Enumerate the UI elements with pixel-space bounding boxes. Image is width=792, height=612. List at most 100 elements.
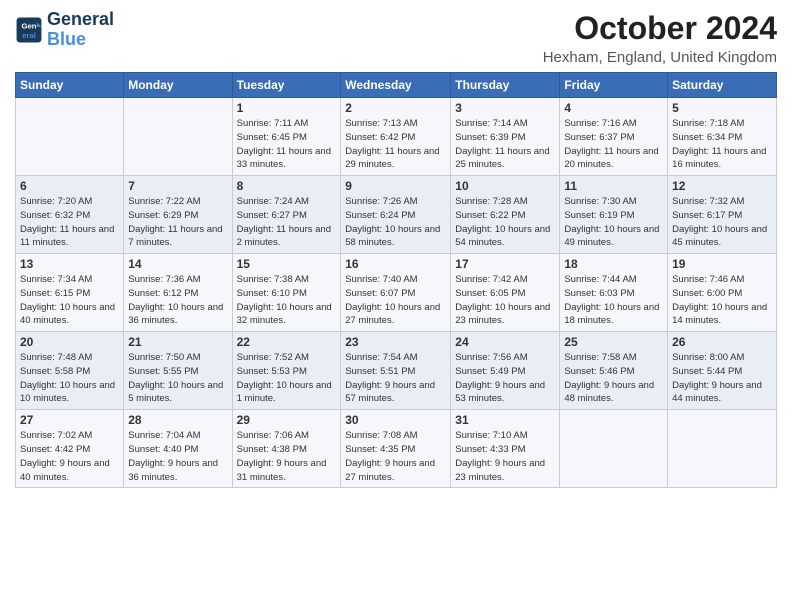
week-row: 6Sunrise: 7:20 AM Sunset: 6:32 PM Daylig… <box>16 176 777 254</box>
day-info: Sunrise: 7:56 AM Sunset: 5:49 PM Dayligh… <box>455 351 555 406</box>
day-number: 4 <box>564 101 663 115</box>
day-number: 29 <box>237 413 337 427</box>
svg-text:eral: eral <box>22 31 36 40</box>
calendar-cell: 4 Sunrise: 7:16 AM Sunset: 6:37 PM Daylig… <box>560 98 668 176</box>
calendar-cell: 31 Sunrise: 7:10 AM Sunset: 4:33 PM Dayli… <box>451 410 560 488</box>
day-info: Sunrise: 7:28 AM Sunset: 6:22 PM Dayligh… <box>455 195 555 250</box>
day-info: Sunrise: 7:42 AM Sunset: 6:05 PM Dayligh… <box>455 273 555 328</box>
calendar-cell: 27Sunrise: 7:02 AM Sunset: 4:42 PM Dayli… <box>16 410 124 488</box>
day-info: Sunrise: 7:44 AM Sunset: 6:03 PM Dayligh… <box>564 273 663 328</box>
header-day: Saturday <box>668 73 777 98</box>
logo: Gen eral General Blue <box>15 10 114 50</box>
day-info: Sunrise: 7:32 AM Sunset: 6:17 PM Dayligh… <box>672 195 772 250</box>
day-info: Sunrise: 7:20 AM Sunset: 6:32 PM Dayligh… <box>20 195 119 250</box>
calendar-cell: 24 Sunrise: 7:56 AM Sunset: 5:49 PM Dayli… <box>451 332 560 410</box>
day-info: Sunrise: 7:46 AM Sunset: 6:00 PM Dayligh… <box>672 273 772 328</box>
calendar-cell: 11 Sunrise: 7:30 AM Sunset: 6:19 PM Dayli… <box>560 176 668 254</box>
calendar-cell: 2 Sunrise: 7:13 AM Sunset: 6:42 PM Daylig… <box>341 98 451 176</box>
logo-icon: Gen eral <box>15 16 43 44</box>
day-number: 8 <box>237 179 337 193</box>
day-info: Sunrise: 7:36 AM Sunset: 6:12 PM Dayligh… <box>128 273 227 328</box>
calendar-cell: 8Sunrise: 7:24 AM Sunset: 6:27 PM Daylig… <box>232 176 341 254</box>
day-number: 17 <box>455 257 555 271</box>
calendar-cell: 17 Sunrise: 7:42 AM Sunset: 6:05 PM Dayli… <box>451 254 560 332</box>
day-number: 7 <box>128 179 227 193</box>
day-number: 25 <box>564 335 663 349</box>
day-number: 18 <box>564 257 663 271</box>
day-info: Sunrise: 7:14 AM Sunset: 6:39 PM Dayligh… <box>455 117 555 172</box>
day-info: Sunrise: 7:13 AM Sunset: 6:42 PM Dayligh… <box>345 117 446 172</box>
calendar-cell: 13 Sunrise: 7:34 AM Sunset: 6:15 PM Dayli… <box>16 254 124 332</box>
calendar-cell: 7 Sunrise: 7:22 AM Sunset: 6:29 PM Daylig… <box>124 176 232 254</box>
day-number: 15 <box>237 257 337 271</box>
day-info: Sunrise: 7:10 AM Sunset: 4:33 PM Dayligh… <box>455 429 555 484</box>
week-row: 13 Sunrise: 7:34 AM Sunset: 6:15 PM Dayli… <box>16 254 777 332</box>
day-number: 30 <box>345 413 446 427</box>
calendar-cell: 18 Sunrise: 7:44 AM Sunset: 6:03 PM Dayli… <box>560 254 668 332</box>
day-info: Sunrise: 7:48 AM Sunset: 5:58 PM Dayligh… <box>20 351 119 406</box>
day-number: 2 <box>345 101 446 115</box>
calendar-cell: 30 Sunrise: 7:08 AM Sunset: 4:35 PM Dayli… <box>341 410 451 488</box>
calendar-cell: 10 Sunrise: 7:28 AM Sunset: 6:22 PM Dayli… <box>451 176 560 254</box>
day-number: 31 <box>455 413 555 427</box>
calendar-cell <box>16 98 124 176</box>
title-block: October 2024 Hexham, England, United Kin… <box>543 10 777 66</box>
day-info: Sunrise: 7:08 AM Sunset: 4:35 PM Dayligh… <box>345 429 446 484</box>
month-title: October 2024 <box>543 10 777 47</box>
calendar-cell: 29 Sunrise: 7:06 AM Sunset: 4:38 PM Dayli… <box>232 410 341 488</box>
day-number: 22 <box>237 335 337 349</box>
header-day: Thursday <box>451 73 560 98</box>
day-info: Sunrise: 7:54 AM Sunset: 5:51 PM Dayligh… <box>345 351 446 406</box>
week-row: 20Sunrise: 7:48 AM Sunset: 5:58 PM Dayli… <box>16 332 777 410</box>
location-title: Hexham, England, United Kingdom <box>543 49 777 66</box>
day-info: Sunrise: 7:38 AM Sunset: 6:10 PM Dayligh… <box>237 273 337 328</box>
header-day: Monday <box>124 73 232 98</box>
day-number: 10 <box>455 179 555 193</box>
day-number: 16 <box>345 257 446 271</box>
day-info: Sunrise: 7:34 AM Sunset: 6:15 PM Dayligh… <box>20 273 119 328</box>
calendar-cell: 20Sunrise: 7:48 AM Sunset: 5:58 PM Dayli… <box>16 332 124 410</box>
day-number: 11 <box>564 179 663 193</box>
calendar-cell: 1Sunrise: 7:11 AM Sunset: 6:45 PM Daylig… <box>232 98 341 176</box>
day-info: Sunrise: 7:58 AM Sunset: 5:46 PM Dayligh… <box>564 351 663 406</box>
day-info: Sunrise: 7:30 AM Sunset: 6:19 PM Dayligh… <box>564 195 663 250</box>
calendar-cell: 26Sunrise: 8:00 AM Sunset: 5:44 PM Dayli… <box>668 332 777 410</box>
calendar-cell: 23 Sunrise: 7:54 AM Sunset: 5:51 PM Dayli… <box>341 332 451 410</box>
day-number: 13 <box>20 257 119 271</box>
week-row: 27Sunrise: 7:02 AM Sunset: 4:42 PM Dayli… <box>16 410 777 488</box>
day-info: Sunrise: 7:06 AM Sunset: 4:38 PM Dayligh… <box>237 429 337 484</box>
calendar-cell: 9 Sunrise: 7:26 AM Sunset: 6:24 PM Daylig… <box>341 176 451 254</box>
day-number: 21 <box>128 335 227 349</box>
day-number: 12 <box>672 179 772 193</box>
header-day: Friday <box>560 73 668 98</box>
day-info: Sunrise: 7:52 AM Sunset: 5:53 PM Dayligh… <box>237 351 337 406</box>
day-info: Sunrise: 7:11 AM Sunset: 6:45 PM Dayligh… <box>237 117 337 172</box>
header-day: Sunday <box>16 73 124 98</box>
day-number: 23 <box>345 335 446 349</box>
header-day: Tuesday <box>232 73 341 98</box>
day-info: Sunrise: 7:16 AM Sunset: 6:37 PM Dayligh… <box>564 117 663 172</box>
logo-line2: Blue <box>47 30 114 50</box>
calendar-cell: 5Sunrise: 7:18 AM Sunset: 6:34 PM Daylig… <box>668 98 777 176</box>
logo-line1: General <box>47 10 114 30</box>
svg-text:Gen: Gen <box>21 21 36 30</box>
day-info: Sunrise: 7:50 AM Sunset: 5:55 PM Dayligh… <box>128 351 227 406</box>
page: Gen eral General Blue October 2024 Hexha… <box>0 0 792 498</box>
day-info: Sunrise: 7:22 AM Sunset: 6:29 PM Dayligh… <box>128 195 227 250</box>
calendar-cell: 3Sunrise: 7:14 AM Sunset: 6:39 PM Daylig… <box>451 98 560 176</box>
day-info: Sunrise: 7:02 AM Sunset: 4:42 PM Dayligh… <box>20 429 119 484</box>
calendar-cell: 22 Sunrise: 7:52 AM Sunset: 5:53 PM Dayli… <box>232 332 341 410</box>
day-info: Sunrise: 7:26 AM Sunset: 6:24 PM Dayligh… <box>345 195 446 250</box>
calendar-cell: 15 Sunrise: 7:38 AM Sunset: 6:10 PM Dayli… <box>232 254 341 332</box>
day-number: 9 <box>345 179 446 193</box>
logo-text: General Blue <box>47 10 114 50</box>
day-number: 19 <box>672 257 772 271</box>
calendar-cell: 6Sunrise: 7:20 AM Sunset: 6:32 PM Daylig… <box>16 176 124 254</box>
calendar-cell: 16Sunrise: 7:40 AM Sunset: 6:07 PM Dayli… <box>341 254 451 332</box>
day-info: Sunrise: 7:04 AM Sunset: 4:40 PM Dayligh… <box>128 429 227 484</box>
calendar-cell: 12 Sunrise: 7:32 AM Sunset: 6:17 PM Dayli… <box>668 176 777 254</box>
day-info: Sunrise: 8:00 AM Sunset: 5:44 PM Dayligh… <box>672 351 772 406</box>
calendar-cell: 28Sunrise: 7:04 AM Sunset: 4:40 PM Dayli… <box>124 410 232 488</box>
day-number: 24 <box>455 335 555 349</box>
day-number: 14 <box>128 257 227 271</box>
